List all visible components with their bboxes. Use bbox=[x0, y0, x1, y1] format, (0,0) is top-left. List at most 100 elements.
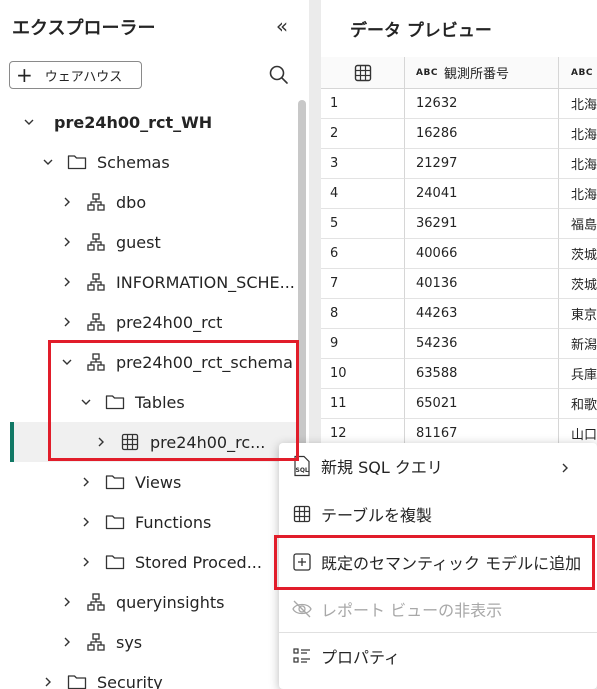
data-preview-title: データ プレビュー bbox=[350, 21, 492, 41]
row-index: 10 bbox=[321, 359, 405, 389]
grid-cell: 44263 bbox=[405, 299, 559, 329]
chevron-right-icon[interactable] bbox=[41, 675, 55, 689]
collapse-panel-button[interactable]: « bbox=[270, 15, 294, 39]
tree-item-label: queryinsights bbox=[116, 592, 225, 612]
tree-item[interactable]: sys bbox=[0, 622, 300, 662]
chevron-right-icon[interactable] bbox=[79, 555, 93, 569]
chevron-right-icon[interactable] bbox=[79, 475, 93, 489]
tree-item-label: pre24h00_rct_schema bbox=[116, 352, 293, 372]
tree-item[interactable]: Security bbox=[0, 662, 300, 689]
search-icon[interactable] bbox=[268, 64, 290, 86]
tree-item[interactable]: Stored Proced... bbox=[0, 542, 300, 582]
chevron-right-icon bbox=[559, 459, 571, 478]
row-index: 11 bbox=[321, 389, 405, 419]
menu-divider bbox=[279, 632, 597, 633]
chevron-right-icon[interactable] bbox=[60, 635, 74, 649]
plus-icon: + bbox=[16, 63, 33, 87]
chevron-down-icon[interactable] bbox=[22, 115, 36, 129]
type-tag: ABC bbox=[571, 67, 593, 78]
column-header-label: 観測所番号 bbox=[443, 67, 509, 82]
grid-cell: 茨城 bbox=[559, 269, 597, 299]
context-menu-item-label: プロパティ bbox=[321, 648, 401, 667]
app-root: エクスプローラー « + ウェアハウス pre24h00_rct_WH Schem… bbox=[0, 0, 597, 689]
column-header[interactable]: ABC bbox=[559, 57, 597, 89]
grid-cell: 24041 bbox=[405, 179, 559, 209]
row-index: 4 bbox=[321, 179, 405, 209]
schema-icon bbox=[86, 272, 106, 292]
row-index: 9 bbox=[321, 329, 405, 359]
grid-cell: 21297 bbox=[405, 149, 559, 179]
tree-item[interactable]: pre24h00_rct_WH bbox=[0, 102, 300, 142]
tree-item-label: Security bbox=[97, 672, 163, 689]
tree-item-label: INFORMATION_SCHE... bbox=[116, 272, 295, 292]
tree-item-label: Stored Proced... bbox=[135, 552, 262, 572]
column-header[interactable]: ABC 観測所番号 bbox=[405, 57, 559, 89]
tree-item-label: sys bbox=[116, 632, 143, 652]
tree-item[interactable]: pre24h00_rc... bbox=[10, 422, 298, 462]
chevron-down-icon[interactable] bbox=[79, 395, 93, 409]
grid-cell: 16286 bbox=[405, 119, 559, 149]
tree-item[interactable]: Functions bbox=[0, 502, 300, 542]
grid-cell: 福島 bbox=[559, 209, 597, 239]
chevron-right-icon[interactable] bbox=[60, 275, 74, 289]
svg-text:SQL: SQL bbox=[296, 467, 309, 474]
grid-cell: 兵庫 bbox=[559, 359, 597, 389]
schema-icon bbox=[86, 592, 106, 612]
tree-item[interactable]: pre24h00_rct_schema bbox=[0, 342, 300, 382]
type-tag: ABC bbox=[416, 67, 438, 78]
chevron-right-icon[interactable] bbox=[94, 435, 108, 449]
grid-select-all-icon[interactable] bbox=[321, 57, 405, 89]
tree-item[interactable]: pre24h00_rct bbox=[0, 302, 300, 342]
tree-item-label: pre24h00_rc... bbox=[150, 432, 266, 452]
explorer-title: エクスプローラー bbox=[12, 18, 156, 39]
tree-item-label: pre24h00_rct bbox=[116, 312, 223, 332]
folder-icon bbox=[105, 392, 125, 412]
context-menu-item[interactable]: テーブルを複製 bbox=[279, 491, 597, 537]
context-menu-item-label: レポート ビューの非表示 bbox=[321, 601, 503, 620]
tree-item-label: Tables bbox=[135, 392, 185, 412]
context-menu-item[interactable]: SQL 新規 SQL クエリ bbox=[279, 443, 597, 489]
tree-item[interactable]: Schemas bbox=[0, 142, 300, 182]
tree-item[interactable]: INFORMATION_SCHE... bbox=[0, 262, 300, 302]
context-menu-item[interactable]: 既定のセマンティック モデルに追加 bbox=[279, 539, 597, 585]
schema-icon bbox=[86, 192, 106, 212]
context-menu: SQL 新規 SQL クエリ テーブルを複製 既定のセマンティック モデルに追加レポー… bbox=[279, 443, 597, 689]
properties-icon bbox=[291, 645, 313, 667]
tree-item[interactable]: dbo bbox=[0, 182, 300, 222]
folder-icon bbox=[67, 672, 87, 689]
row-index: 6 bbox=[321, 239, 405, 269]
grid-cell: 東京 bbox=[559, 299, 597, 329]
folder-icon bbox=[105, 472, 125, 492]
tree-item-label: Views bbox=[135, 472, 182, 492]
chevron-down-icon[interactable] bbox=[41, 155, 55, 169]
schema-icon bbox=[86, 352, 106, 372]
row-index: 8 bbox=[321, 299, 405, 329]
add-warehouse-label: ウェアハウス bbox=[44, 69, 123, 85]
grid-cell: 北海 bbox=[559, 149, 597, 179]
chevron-right-icon[interactable] bbox=[60, 315, 74, 329]
row-index: 7 bbox=[321, 269, 405, 299]
sql-file-icon: SQL bbox=[291, 455, 313, 477]
row-index: 3 bbox=[321, 149, 405, 179]
tree-item-label: dbo bbox=[116, 192, 147, 212]
grid-cell: 40066 bbox=[405, 239, 559, 269]
chevron-right-icon[interactable] bbox=[79, 515, 93, 529]
table-icon bbox=[291, 503, 313, 525]
grid-cell: 北海 bbox=[559, 89, 597, 119]
row-index: 1 bbox=[321, 89, 405, 119]
grid-cell: 36291 bbox=[405, 209, 559, 239]
chevron-right-icon[interactable] bbox=[60, 595, 74, 609]
folder-icon bbox=[67, 152, 87, 172]
add-warehouse-button[interactable]: + ウェアハウス bbox=[9, 61, 142, 89]
grid-cell: 北海 bbox=[559, 119, 597, 149]
tree-item[interactable]: guest bbox=[0, 222, 300, 262]
tree-item[interactable]: Tables bbox=[0, 382, 300, 422]
chevron-right-icon[interactable] bbox=[60, 195, 74, 209]
context-menu-item[interactable]: プロパティ bbox=[279, 633, 597, 679]
tree-item[interactable]: queryinsights bbox=[0, 582, 300, 622]
chevron-right-icon[interactable] bbox=[60, 235, 74, 249]
chevron-down-icon[interactable] bbox=[60, 355, 74, 369]
grid-cell: 54236 bbox=[405, 329, 559, 359]
tree-item-label: Functions bbox=[135, 512, 212, 532]
tree-item[interactable]: Views bbox=[0, 462, 300, 502]
